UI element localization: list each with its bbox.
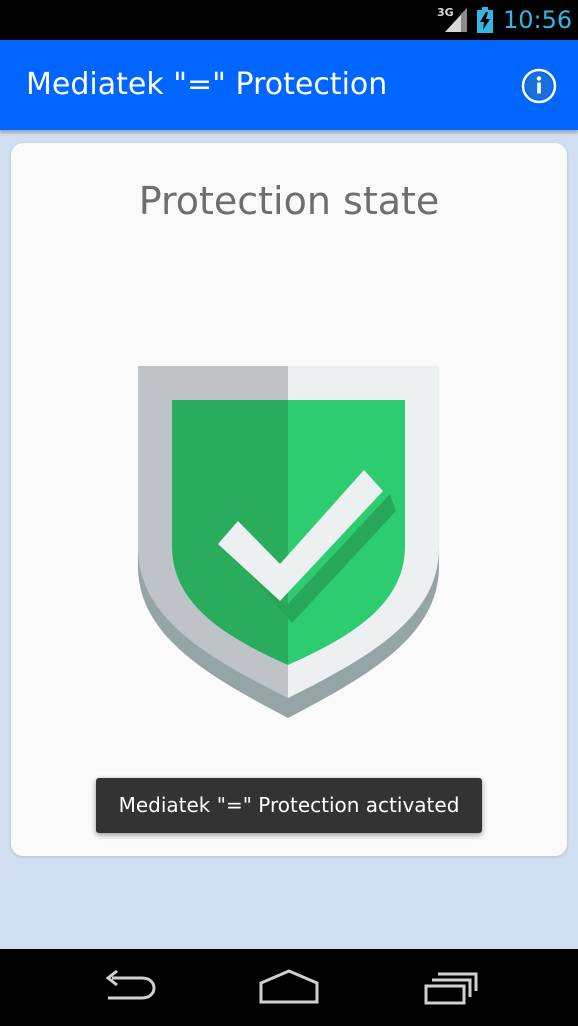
card-title: Protection state xyxy=(138,179,440,223)
app-bar: Mediatek "=" Protection xyxy=(0,40,578,130)
info-button[interactable] xyxy=(518,65,560,107)
navigation-bar xyxy=(0,949,578,1026)
screen: 3G 10:56 Mediatek "=" Protection Protect… xyxy=(0,0,578,1026)
clock: 10:56 xyxy=(503,6,573,34)
app-title: Mediatek "=" Protection xyxy=(26,67,388,102)
recent-apps-button[interactable] xyxy=(420,967,482,1007)
back-button[interactable] xyxy=(98,967,160,1007)
toast-message: Mediatek "=" Protection activated xyxy=(96,778,482,833)
battery-charging-icon xyxy=(477,7,493,33)
info-icon xyxy=(521,68,557,104)
home-icon xyxy=(259,969,319,1004)
back-icon xyxy=(105,969,156,1000)
signal-icon: 3G xyxy=(437,7,467,33)
recent-apps-icon xyxy=(424,972,478,1005)
protection-card: Protection state xyxy=(11,143,567,856)
shield-check-icon xyxy=(138,366,439,718)
status-bar: 3G 10:56 xyxy=(0,0,578,40)
home-button[interactable] xyxy=(256,967,322,1007)
